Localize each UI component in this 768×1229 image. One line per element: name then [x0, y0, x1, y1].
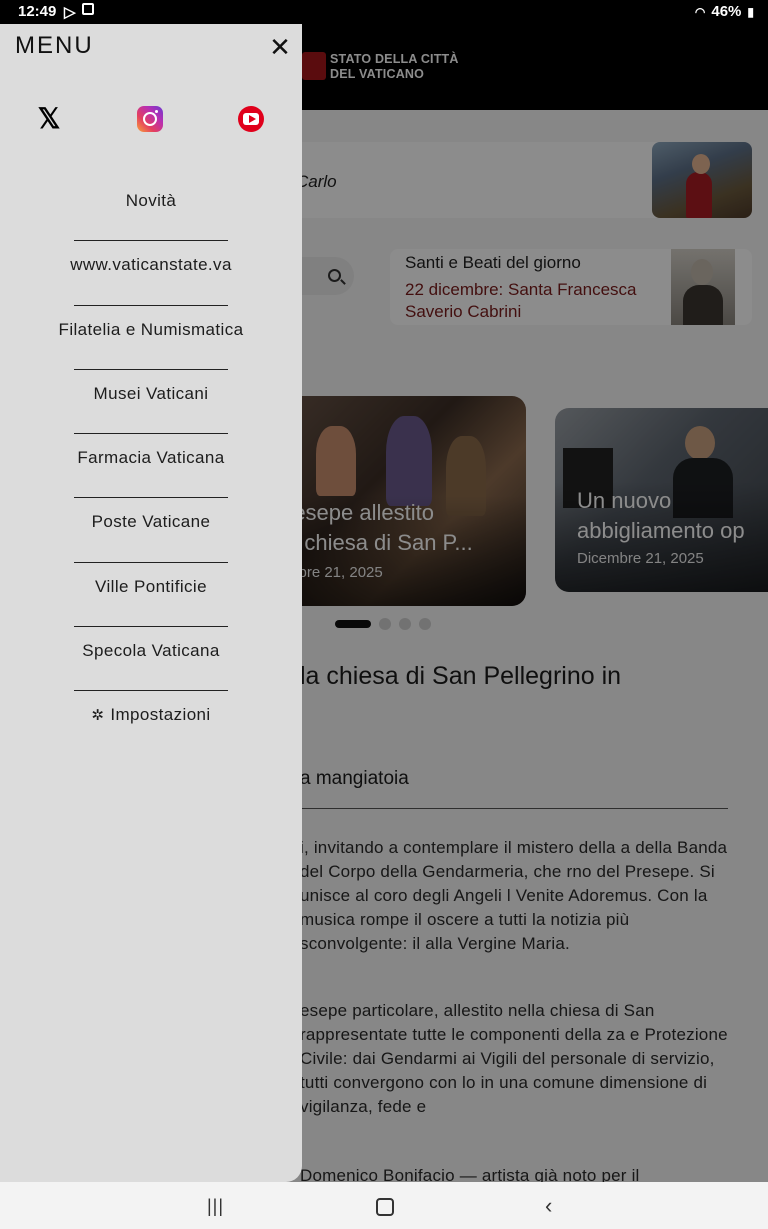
play-store-notification-icon: ▷	[64, 4, 76, 21]
menu-item-filatelia[interactable]: Filatelia e Numismatica	[0, 306, 302, 370]
status-time: 12:49	[18, 3, 57, 20]
x-icon[interactable]: 𝕏	[36, 105, 62, 133]
battery-level: 46%	[711, 3, 742, 20]
menu-title: MENU	[15, 32, 94, 59]
status-bar: 12:49 ▷ ◠ 46% ▮	[0, 0, 768, 24]
menu-item-vaticanstate[interactable]: www.vaticanstate.va	[0, 241, 302, 306]
menu-list: Novità www.vaticanstate.va Filatelia e N…	[0, 177, 302, 737]
back-icon[interactable]: ‹	[545, 1193, 552, 1219]
menu-item-poste[interactable]: Poste Vaticane	[0, 498, 302, 563]
system-nav-bar: ||| ‹	[0, 1182, 768, 1229]
menu-item-novita[interactable]: Novità	[0, 177, 302, 242]
home-icon[interactable]	[376, 1198, 394, 1216]
menu-item-farmacia[interactable]: Farmacia Vaticana	[0, 434, 302, 499]
recent-apps-icon[interactable]: |||	[207, 1196, 224, 1217]
instagram-icon[interactable]	[137, 106, 163, 132]
menu-item-musei[interactable]: Musei Vaticani	[0, 370, 302, 435]
youtube-icon[interactable]	[238, 106, 264, 132]
menu-item-specola[interactable]: Specola Vaticana	[0, 627, 302, 692]
battery-icon: ▮	[747, 4, 754, 19]
app-notification-icon	[81, 3, 94, 15]
close-icon[interactable]: ✕	[266, 34, 294, 62]
wifi-icon: ◠	[694, 4, 706, 19]
settings-label: Impostazioni	[110, 705, 211, 725]
navigation-drawer: MENU ✕ 𝕏 Novità www.vaticanstate.va Fila…	[0, 24, 302, 1182]
menu-item-ville[interactable]: Ville Pontificie	[0, 563, 302, 628]
menu-item-settings[interactable]: ✲ Impostazioni	[0, 691, 302, 737]
gear-icon: ✲	[91, 707, 105, 725]
